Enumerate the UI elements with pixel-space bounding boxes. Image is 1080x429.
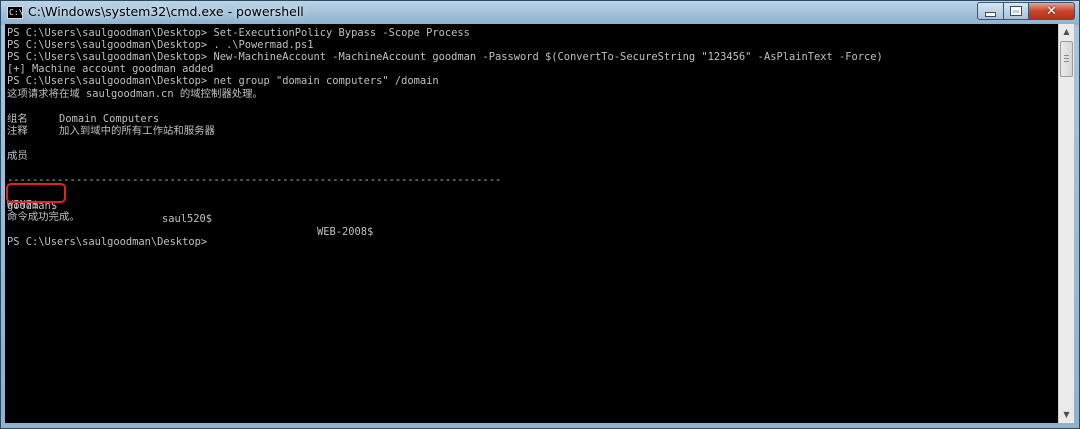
console-output[interactable]: PS C:\Users\saulgoodman\Desktop> Set-Exe… xyxy=(5,24,1058,423)
member-saul520: saul520$ xyxy=(162,213,213,225)
console-line: PS C:\Users\saulgoodman\Desktop> net gro… xyxy=(7,75,439,87)
minimize-button[interactable] xyxy=(977,2,1004,20)
maximize-button[interactable] xyxy=(1003,2,1029,20)
members-row: goodman$ saul520$ WEB-2008$ xyxy=(7,187,607,238)
grip-line xyxy=(1064,61,1069,62)
cmd-icon: C:\ xyxy=(7,6,24,19)
console-line: 命令成功完成。 xyxy=(7,211,80,223)
scroll-down-button[interactable]: ▼ xyxy=(1059,407,1074,423)
console-line: 注释 加入到域中的所有工作站和服务器 xyxy=(7,125,215,137)
goodman-highlight-box xyxy=(6,183,66,203)
close-button[interactable]: ✕ xyxy=(1028,2,1075,20)
scroll-thumb[interactable] xyxy=(1060,41,1073,77)
console-line: 成员 xyxy=(7,150,28,162)
console-line: 这项请求将在域 saulgoodman.cn 的域控制器处理。 xyxy=(7,88,263,100)
console-line: ----------------------------------------… xyxy=(7,174,502,186)
window-title: C:\Windows\system32\cmd.exe - powershell xyxy=(28,4,304,19)
console-prompt: PS C:\Users\saulgoodman\Desktop> xyxy=(7,236,208,248)
member-web-2008: WEB-2008$ xyxy=(317,226,374,238)
scroll-up-button[interactable]: ▲ xyxy=(1059,24,1074,40)
close-icon: ✕ xyxy=(1046,3,1057,19)
grip-line xyxy=(1064,58,1069,59)
maximize-icon xyxy=(1011,7,1021,15)
vertical-scrollbar[interactable]: ▲ ▼ xyxy=(1058,24,1074,423)
grip-line xyxy=(1064,55,1069,56)
minimize-icon xyxy=(985,11,996,17)
title-bar[interactable]: C:\ C:\Windows\system32\cmd.exe - powers… xyxy=(1,1,1079,25)
